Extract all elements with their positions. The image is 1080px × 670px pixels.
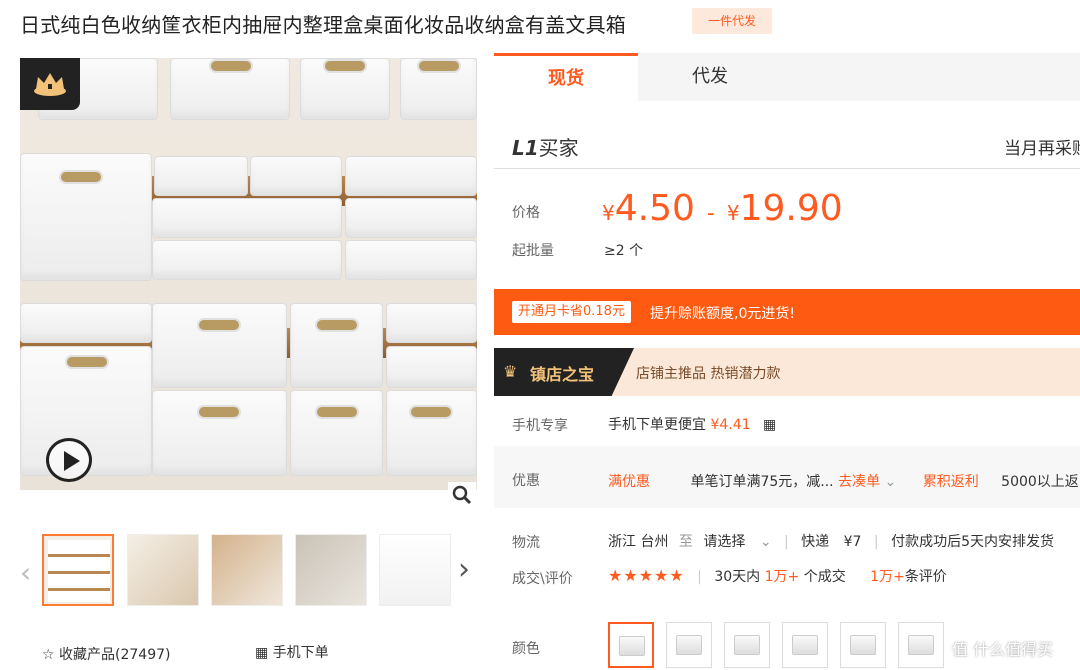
express-label: 快递 [801, 534, 830, 550]
membership-card-tag[interactable]: 开通月卡省0.18元 [512, 301, 631, 323]
mobile-exclusive-offer[interactable]: 手机下单更便宜 ¥4.41 ▦ [608, 414, 776, 434]
color-swatch-2[interactable] [666, 622, 712, 668]
play-video-icon[interactable] [46, 438, 92, 482]
mobile-exclusive-text: 手机下单更便宜 [608, 417, 706, 433]
divider [494, 168, 1080, 169]
buyer-level: L1买家 [512, 132, 579, 161]
favorite-count-label: 收藏产品(27497) [59, 647, 171, 663]
logistics-info: 浙江 台州 至 请选择 ⌄ | 快递 ¥7 | 付款成功后5天内安排发货 [608, 534, 1054, 550]
mobile-order-label: 手机下单 [272, 645, 329, 661]
thumbnail-1[interactable] [42, 534, 114, 606]
moq-value: ≥2 个 [604, 243, 644, 259]
mobile-exclusive-label: 手机专享 [512, 418, 568, 434]
qr-code-icon[interactable]: ▦ [763, 417, 776, 433]
star-outline-icon: ☆ [42, 647, 55, 663]
crown-brand-icon [20, 58, 80, 110]
price-low: 4.50 [614, 188, 695, 229]
favorite-product-link[interactable]: ☆ 收藏产品(27497) [42, 644, 170, 664]
color-swatch-1[interactable] [608, 622, 654, 668]
review-count[interactable]: 1万+ [870, 569, 905, 585]
color-swatch-3[interactable] [724, 622, 770, 668]
buyer-level-code: L1 [512, 136, 539, 160]
discount-desc: 单笔订单满75元，减... [690, 474, 834, 490]
discount-items: 满优惠 单笔订单满75元，减... 去凑单 ⌄ 累积返利 5000以上返 [608, 471, 1079, 491]
qr-code-icon: ▦ [255, 645, 269, 661]
color-swatch-6[interactable] [898, 622, 944, 668]
crown-icon: ♛ [503, 362, 518, 381]
thumbnail-4[interactable] [295, 534, 367, 606]
product-main-image[interactable] [20, 58, 477, 490]
buyer-level-text: 买家 [538, 136, 579, 160]
deals-reviews-label: 成交\评价 [512, 571, 573, 587]
dropship-badge: 一件代发 [692, 8, 772, 34]
color-label: 颜色 [512, 641, 540, 657]
thumbnail-2[interactable] [127, 534, 199, 606]
repurchase-text: 当月再采购 [1004, 139, 1080, 159]
ship-origin: 浙江 台州 [608, 534, 669, 550]
thumbnail-3[interactable] [211, 534, 283, 606]
store-treasure-text: 店铺主推品 热销潜力款 [636, 366, 781, 382]
tab-dropship-container: 代发 [638, 53, 1080, 101]
price-high: 19.90 [739, 188, 843, 229]
review-suffix[interactable]: 条评价 [905, 569, 947, 585]
cumulative-rebate-tag: 累积返利 [922, 474, 979, 490]
watermark: 值 什么值得买 [952, 640, 1054, 659]
deals-reviews-info: ★★★★★ | 30天内 1万+ 个成交 1万+条评价 [608, 566, 947, 585]
deals-count: 1万+ [764, 569, 800, 585]
shipping-note: 付款成功后5天内安排发货 [891, 534, 1054, 550]
deals-suffix: 个成交 [803, 569, 846, 585]
shipping-fee: ¥7 [843, 534, 862, 550]
thumbnail-5[interactable] [379, 534, 451, 606]
color-swatch-4[interactable] [782, 622, 828, 668]
tab-spot-goods[interactable]: 现货 [494, 53, 638, 101]
currency-symbol: ¥ [726, 201, 740, 225]
promo-text: 提升赊账额度,0元进货! [650, 306, 795, 322]
chevron-down-icon[interactable]: ⌄ [760, 534, 772, 550]
tab-dropship[interactable]: 代发 [638, 53, 782, 101]
currency-symbol: ¥ [602, 201, 615, 225]
mobile-exclusive-price: ¥4.41 [710, 417, 751, 433]
chevron-down-icon[interactable]: ⌄ [885, 474, 897, 490]
color-swatch-5[interactable] [840, 622, 886, 668]
full-reduction-tag: 满优惠 [608, 474, 650, 490]
discount-label: 优惠 [512, 473, 540, 489]
cumulative-rebate-desc: 5000以上返 [1001, 474, 1079, 490]
mobile-order-link[interactable]: ▦ 手机下单 [255, 642, 329, 662]
thumbnail-prev-arrow-icon[interactable]: ‹ [20, 556, 31, 589]
price-label: 价格 [512, 205, 540, 221]
destination-select[interactable]: 请选择 [703, 534, 745, 550]
store-treasure-label: 镇店之宝 [530, 365, 595, 384]
logistics-label: 物流 [512, 535, 540, 551]
zoom-search-icon[interactable] [448, 482, 476, 508]
to-text: 至 [678, 534, 693, 550]
rating-stars: ★★★★★ [608, 566, 685, 585]
gather-order-link[interactable]: 去凑单 [838, 474, 880, 490]
price-range: ¥4.50- ¥19.90 [602, 188, 843, 229]
product-title: 日式纯白色收纳筐衣柜内抽屉内整理盒桌面化妆品收纳盒有盖文具箱 [20, 13, 626, 37]
days-prefix: 30天内 [714, 569, 761, 585]
moq-label: 起批量 [512, 243, 554, 259]
thumbnail-next-arrow-icon[interactable]: › [458, 552, 470, 587]
